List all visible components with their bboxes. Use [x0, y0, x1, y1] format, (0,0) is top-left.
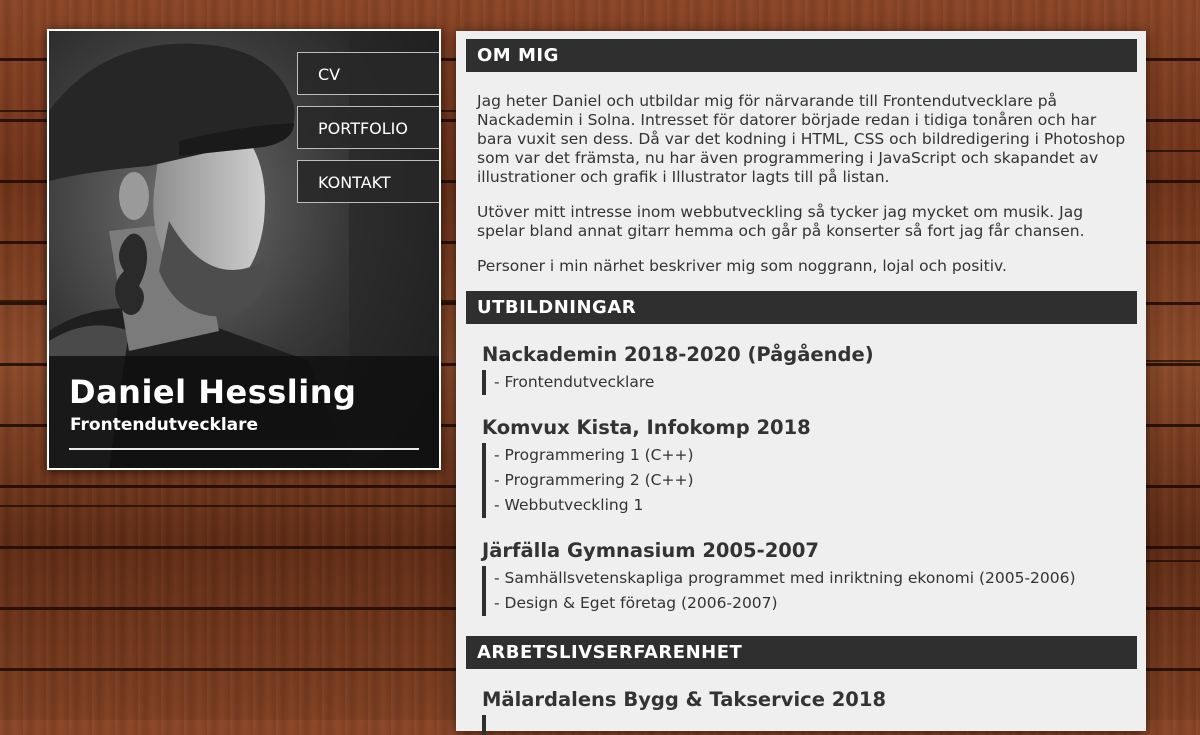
education-list: - Frontendutvecklare	[482, 370, 654, 395]
nav-kontakt[interactable]: KONTAKT	[297, 160, 439, 203]
about-paragraph: Jag heter Daniel och utbildar mig för nä…	[477, 92, 1126, 186]
section-header-work: ARBETSLIVSERFARENHET	[466, 636, 1137, 669]
profile-name: Daniel Hessling	[69, 373, 357, 411]
wood-plank-seam	[1146, 150, 1200, 152]
wood-plank-seam	[1146, 560, 1200, 562]
education-title: Järfälla Gymnasium 2005-2007	[482, 539, 819, 562]
list-item: - Frontendutvecklare	[494, 373, 655, 391]
about-paragraph: Personer i min närhet beskriver mig som …	[477, 257, 1007, 275]
work-title: Mälardalens Bygg & Takservice 2018	[482, 688, 887, 711]
nav-cv[interactable]: CV	[297, 52, 439, 95]
work-list	[482, 715, 494, 735]
nav-portfolio[interactable]: PORTFOLIO	[297, 106, 439, 149]
section-header-about: OM MIG	[466, 39, 1137, 72]
education-title: Nackademin 2018-2020 (Pågående)	[482, 343, 874, 366]
divider	[69, 448, 419, 450]
profile-title: Frontendutvecklare	[70, 415, 259, 435]
list-item: - Samhällsvetenskapliga programmet med i…	[494, 569, 1076, 587]
education-title: Komvux Kista, Infokomp 2018	[482, 416, 811, 439]
main-nav: CV PORTFOLIO KONTAKT	[297, 52, 439, 214]
list-item: - Programmering 2 (C++)	[494, 471, 694, 489]
list-item: - Programmering 1 (C++)	[494, 446, 694, 464]
list-item: - Webbutveckling 1	[494, 496, 644, 514]
wood-plank-seam	[0, 505, 460, 507]
wood-plank-seam	[1146, 360, 1200, 362]
education-list: - Samhällsvetenskapliga programmet med i…	[482, 566, 1076, 616]
education-list: - Programmering 1 (C++) - Programmering …	[482, 443, 694, 518]
content-panel: OM MIG Jag heter Daniel och utbildar mig…	[456, 31, 1146, 735]
about-paragraph: Utöver mitt intresse inom webbutveckling…	[477, 203, 1085, 240]
list-item: - Design & Eget företag (2006-2007)	[494, 594, 778, 612]
section-header-education: UTBILDNINGAR	[466, 291, 1137, 324]
profile-card: CV PORTFOLIO KONTAKT Daniel Hessling Fro…	[47, 29, 441, 470]
